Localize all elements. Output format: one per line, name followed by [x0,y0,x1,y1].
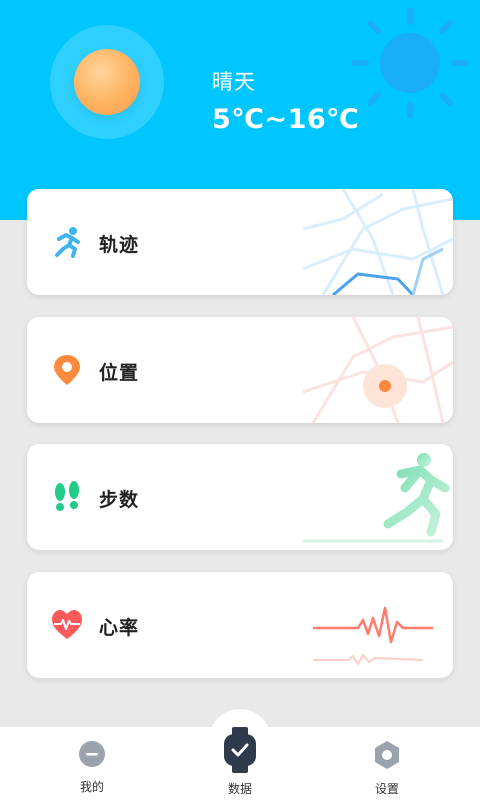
tab-data[interactable]: 数据 [200,727,280,797]
sun-icon [50,25,164,139]
weather-info: 晴天 5℃~16℃ [212,66,359,135]
decorative-sun-icon [351,8,469,118]
heart-rate-icon [52,610,82,639]
tab-label-data: 数据 [227,782,252,796]
tab-label-settings: 设置 [374,782,399,796]
temperature-range: 5℃~16℃ [212,104,360,135]
card-steps[interactable]: 步数 [27,444,453,550]
tab-label-mine: 我的 [79,780,104,794]
running-person-icon [55,227,80,258]
card-label-steps: 步数 [99,489,140,511]
map-route-illustration [303,189,453,295]
tab-settings[interactable]: 设置 [347,740,427,797]
card-track[interactable]: 轨迹 [27,189,453,295]
ecg-illustration [313,606,433,666]
tab-mine[interactable]: 我的 [52,740,132,795]
sun-disc [74,49,140,115]
card-label-track: 轨迹 [99,234,140,256]
map-pin-illustration [303,317,453,423]
location-pin-icon [54,355,80,385]
minus-circle-icon [79,741,105,767]
card-label-heart-rate: 心率 [99,617,140,639]
weather-condition: 晴天 [212,70,256,94]
footprints-icon [55,481,79,511]
card-heart-rate[interactable]: 心率 [27,572,453,678]
watch-check-icon [224,727,256,773]
runner-illustration [303,453,450,543]
card-location[interactable]: 位置 [27,317,453,423]
card-label-location: 位置 [99,362,140,384]
hexagon-settings-icon [375,741,399,769]
